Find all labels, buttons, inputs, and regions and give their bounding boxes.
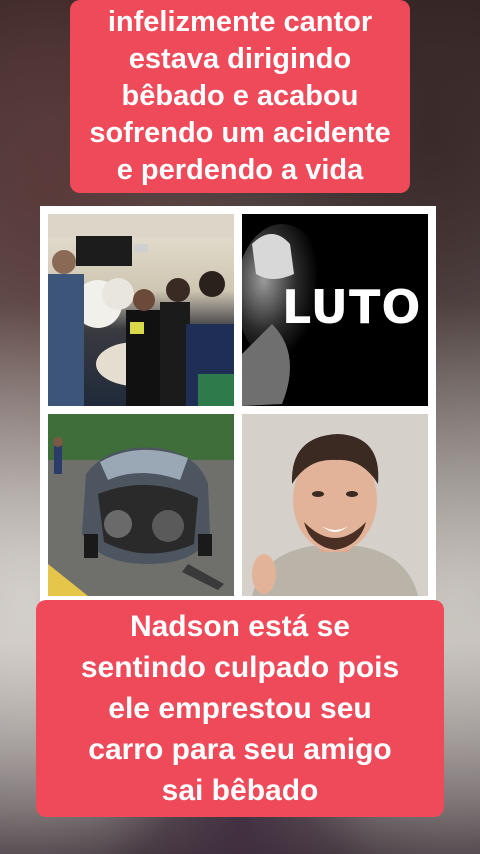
top-caption-line: infelizmente cantor: [107, 6, 373, 38]
bottom-caption-line: Nadson está se: [129, 610, 351, 643]
bottom-caption-line: sai bêbado: [161, 774, 319, 807]
top-caption-line: sofrendo um acidente: [89, 117, 391, 149]
singer-photo: [242, 414, 428, 596]
bottom-caption-line: ele emprestou seu: [108, 692, 372, 725]
funeral-photo: [48, 214, 234, 406]
top-caption-line: estava dirigindo: [128, 43, 352, 75]
funeral-scene-image: [48, 214, 234, 406]
wrecked-car-image: [48, 414, 234, 596]
car-crash-photo: [48, 414, 234, 596]
bottom-caption: Nadson está se sentindo culpado pois ele…: [36, 600, 444, 817]
top-caption-line: bêbado e acabou: [121, 80, 359, 112]
bottom-caption-line: carro para seu amigo: [88, 733, 392, 766]
luto-label: LUTO: [282, 280, 422, 334]
top-caption-line: e perdendo a vida: [116, 154, 364, 186]
smiling-man-image: [242, 414, 428, 596]
luto-image: LUTO: [242, 214, 428, 406]
top-caption: infelizmente cantor estava dirigindo bêb…: [70, 0, 410, 193]
photo-collage: LUTO: [40, 206, 436, 604]
bottom-caption-line: sentindo culpado pois: [80, 651, 400, 684]
